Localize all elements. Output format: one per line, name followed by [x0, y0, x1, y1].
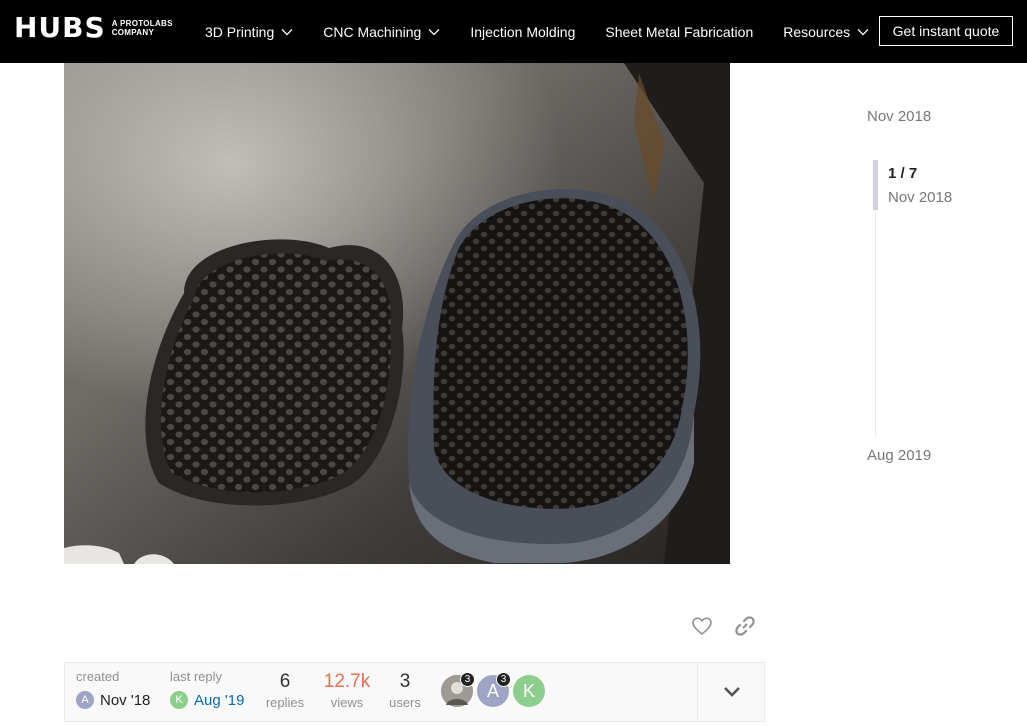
- hubs-logo[interactable]: HUBS A PROTOLABS COMPANY: [14, 14, 173, 42]
- avatar: K: [170, 691, 188, 709]
- post-count-badge: 3: [460, 672, 475, 687]
- last-reply-block[interactable]: last reply K Aug '19: [170, 669, 244, 709]
- replies-count: 6: [279, 671, 291, 692]
- chevron-down-icon: [281, 28, 293, 35]
- 3d-printed-parts-photo: [64, 63, 730, 564]
- timeline-position: 1 / 7: [888, 165, 918, 182]
- link-icon: [735, 616, 755, 636]
- views-label: views: [330, 695, 364, 710]
- timeline-current-date: Nov 2018: [888, 189, 953, 206]
- timeline-start-date[interactable]: Nov 2018: [867, 108, 931, 125]
- avatar: A: [76, 691, 94, 709]
- created-label: created: [76, 669, 120, 684]
- logo-tagline-line1: A PROTOLABS: [111, 19, 173, 28]
- created-block[interactable]: created A Nov '18: [76, 669, 150, 709]
- nav-sheet-metal[interactable]: Sheet Metal Fabrication: [605, 24, 753, 40]
- created-row: A Nov '18: [76, 691, 150, 709]
- chevron-down-icon: [723, 687, 740, 697]
- logo-wordmark: HUBS: [14, 11, 106, 44]
- logo-tagline-line2: COMPANY: [111, 28, 155, 37]
- expand-topic-map-button[interactable]: [698, 663, 765, 721]
- copy-link-button[interactable]: [733, 614, 757, 638]
- nav-resources[interactable]: Resources: [783, 24, 869, 40]
- users-count: 3: [399, 671, 411, 692]
- participant-avatar[interactable]: 3: [441, 672, 475, 707]
- participant-avatar[interactable]: K: [513, 675, 545, 707]
- created-date: Nov '18: [100, 691, 151, 709]
- last-reply-row: K Aug '19: [170, 691, 244, 709]
- get-instant-quote-button[interactable]: Get instant quote: [879, 16, 1013, 46]
- timeline-end-date[interactable]: Aug 2019: [867, 447, 931, 464]
- replies-label: replies: [265, 695, 305, 710]
- chevron-down-icon: [428, 28, 440, 35]
- heart-icon: [692, 617, 712, 636]
- topic-map: created A Nov '18 last reply K Aug '19 6…: [64, 662, 765, 722]
- nav-cnc-machining[interactable]: CNC Machining: [323, 24, 440, 40]
- like-button[interactable]: [690, 614, 714, 638]
- chevron-down-icon: [857, 28, 869, 35]
- avatar-initial: K: [522, 680, 535, 701]
- nav-label: Resources: [783, 23, 851, 40]
- nav-injection-molding[interactable]: Injection Molding: [470, 24, 575, 40]
- nav-label: Sheet Metal Fabrication: [605, 23, 754, 40]
- users-stat: 3 users: [386, 671, 424, 710]
- post-image[interactable]: [64, 63, 730, 564]
- views-stat: 12.7k views: [321, 671, 373, 710]
- post-count-badge: 3: [496, 672, 511, 687]
- main-nav: 3D Printing CNC Machining Injection Mold…: [205, 0, 899, 63]
- views-count: 12.7k: [323, 671, 371, 692]
- site-header: HUBS A PROTOLABS COMPANY 3D Printing CNC…: [0, 0, 1027, 63]
- logo-tagline: A PROTOLABS COMPANY: [112, 19, 173, 37]
- users-label: users: [389, 695, 421, 710]
- timeline-scroll-handle[interactable]: [873, 160, 878, 210]
- replies-stat: 6 replies: [263, 671, 307, 710]
- nav-label: CNC Machining: [323, 23, 422, 40]
- nav-label: Injection Molding: [470, 23, 576, 40]
- last-reply-label: last reply: [170, 669, 223, 684]
- nav-label: 3D Printing: [205, 23, 275, 40]
- nav-3d-printing[interactable]: 3D Printing: [205, 24, 293, 40]
- participant-avatar[interactable]: A 3: [477, 672, 511, 707]
- last-reply-date: Aug '19: [194, 691, 245, 709]
